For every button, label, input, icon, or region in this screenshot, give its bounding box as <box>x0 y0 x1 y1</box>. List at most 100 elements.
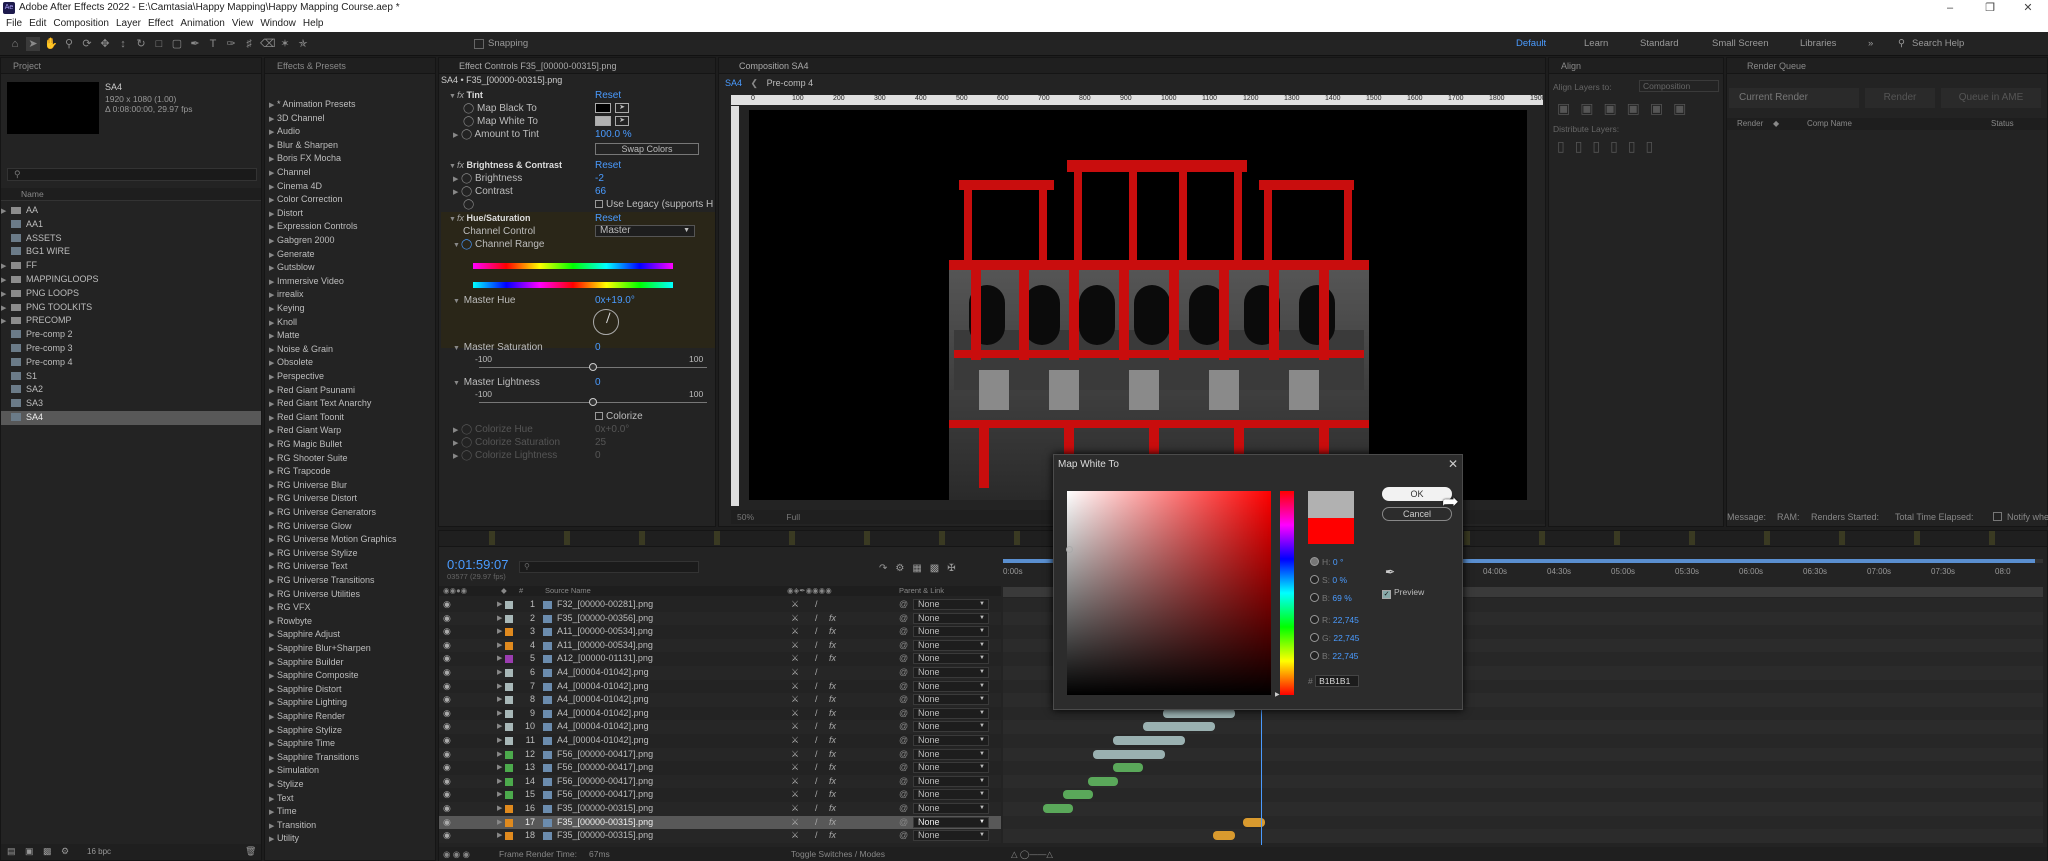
queue-in-ame-button[interactable]: Queue in AME <box>1941 88 2041 108</box>
effect-category[interactable]: ▶ RG Universe Transitions <box>265 574 435 588</box>
effect-category[interactable]: ▶ RG Universe Distort <box>265 492 435 506</box>
pickwhip-icon[interactable]: @ <box>899 734 908 748</box>
expand-arrow-icon[interactable]: ▶ <box>497 693 502 707</box>
align-to-dropdown[interactable]: Composition <box>1639 80 1719 92</box>
resolution-dropdown[interactable]: Full <box>786 512 800 522</box>
workspace-small-screen[interactable]: Small Screen <box>1712 38 1769 49</box>
expand-arrow-icon[interactable]: ▶ <box>269 317 277 330</box>
project-item[interactable]: SA3 <box>1 397 261 411</box>
expand-arrow-icon[interactable]: ▶ <box>497 680 502 694</box>
saturation-brightness-field[interactable] <box>1067 491 1271 695</box>
expand-arrow-icon[interactable]: ▶ <box>269 629 277 642</box>
quality-switch-icon[interactable]: / <box>815 666 818 680</box>
fx-switch-icon[interactable]: fx <box>829 707 836 721</box>
expand-arrow-icon[interactable]: ▶ <box>269 833 277 846</box>
effect-category[interactable]: ▶ Stylize <box>265 778 435 792</box>
eye-icon[interactable]: ◉ <box>443 829 451 843</box>
composition-viewer[interactable] <box>749 110 1527 500</box>
cancel-button[interactable]: Cancel <box>1382 507 1452 521</box>
shy-switch-icon[interactable]: ⚔ <box>791 734 799 748</box>
effect-category[interactable]: ▶ RG Shooter Suite <box>265 452 435 466</box>
expand-arrow-icon[interactable]: ▶ <box>269 480 277 493</box>
brush-tool-icon[interactable]: ✑ <box>224 37 238 51</box>
eye-icon[interactable]: ◉ <box>443 707 451 721</box>
fx-switch-icon[interactable]: fx <box>829 693 836 707</box>
color-field-cursor[interactable] <box>1066 546 1073 553</box>
expand-arrow-icon[interactable]: ▶ <box>269 575 277 588</box>
b-value[interactable]: 69 % <box>1332 593 1351 603</box>
layer-row[interactable]: ◉ ▶ 9 A4_[00004-01042].png ⚔ / fx @ None ▼ <box>439 706 1001 721</box>
project-item[interactable]: BG1 WIRE <box>1 245 261 259</box>
label-color-swatch[interactable] <box>505 818 513 827</box>
label-color-swatch[interactable] <box>505 682 513 691</box>
quality-switch-icon[interactable]: / <box>815 652 818 666</box>
label-color-swatch[interactable] <box>505 628 513 637</box>
parent-dropdown[interactable]: None ▼ <box>913 639 989 651</box>
shy-switch-icon[interactable]: ⚔ <box>791 625 799 639</box>
fx-switch-icon[interactable]: fx <box>829 802 836 816</box>
expand-arrow-icon[interactable]: ▶ <box>269 412 277 425</box>
shy-switch-icon[interactable]: ⚔ <box>791 612 799 626</box>
label-color-swatch[interactable] <box>505 764 513 773</box>
expand-arrow-icon[interactable]: ▶ <box>1 274 9 287</box>
expand-arrow-icon[interactable]: ▶ <box>269 453 277 466</box>
menu-composition[interactable]: Composition <box>53 18 109 29</box>
effect-category[interactable]: ▶ Generate <box>265 248 435 262</box>
b-radio[interactable] <box>1310 593 1319 602</box>
workspace-learn[interactable]: Learn <box>1584 38 1608 49</box>
toggle-buttons-icon[interactable]: ◉ ◉ ◉ <box>443 847 470 861</box>
effect-category[interactable]: ▶ Perspective <box>265 370 435 384</box>
effect-category[interactable]: ▶ RG Universe Generators <box>265 506 435 520</box>
fx-switch-icon[interactable]: fx <box>829 761 836 775</box>
expand-arrow-icon[interactable]: ▶ <box>269 425 277 438</box>
brightness-value[interactable]: -2 <box>595 173 604 184</box>
zoom-slider[interactable]: △ ◯——△ <box>1011 847 1053 861</box>
layer-row[interactable]: ◉ ▶ 7 A4_[00004-01042].png ⚔ / fx @ None ▼ <box>439 679 1001 694</box>
hue-sat-effect-header[interactable]: ▼fx Hue/Saturation <box>449 213 531 223</box>
expand-arrow-icon[interactable]: ▶ <box>269 221 277 234</box>
render-button[interactable]: Render <box>1865 88 1935 108</box>
label-color-swatch[interactable] <box>505 641 513 650</box>
expand-arrow-icon[interactable]: ▶ <box>269 439 277 452</box>
parent-dropdown[interactable]: None ▼ <box>913 721 989 733</box>
effect-category[interactable]: ▶ Blur & Sharpen <box>265 139 435 153</box>
expand-arrow-icon[interactable]: ▶ <box>269 793 277 806</box>
effect-category[interactable]: ▶ Simulation <box>265 764 435 778</box>
eye-icon[interactable]: ◉ <box>443 720 451 734</box>
h-radio[interactable] <box>1310 557 1319 566</box>
bc-reset-link[interactable]: Reset <box>595 160 621 171</box>
expand-arrow-icon[interactable]: ▶ <box>269 153 277 166</box>
expand-arrow-icon[interactable]: ▶ <box>269 113 277 126</box>
project-item[interactable]: ▶ MAPPINGLOOPS <box>1 273 261 287</box>
delete-icon[interactable]: 🗑 <box>245 846 256 857</box>
parent-dropdown[interactable]: None ▼ <box>913 694 989 706</box>
pickwhip-icon[interactable]: @ <box>899 612 908 626</box>
project-item[interactable]: SA2 <box>1 383 261 397</box>
quality-switch-icon[interactable]: / <box>815 775 818 789</box>
eraser-tool-icon[interactable]: ⌫ <box>260 37 276 51</box>
effect-category[interactable]: ▶ Red Giant Warp <box>265 424 435 438</box>
effect-category[interactable]: ▶ Sapphire Render <box>265 710 435 724</box>
expand-arrow-icon[interactable]: ▶ <box>269 765 277 778</box>
project-item[interactable]: AA1 <box>1 218 261 232</box>
expand-arrow-icon[interactable]: ▶ <box>269 466 277 479</box>
contrast-value[interactable]: 66 <box>595 186 606 197</box>
menu-file[interactable]: File <box>6 18 22 29</box>
master-light-value[interactable]: 0 <box>595 377 601 388</box>
effect-category[interactable]: ▶ RG VFX <box>265 601 435 615</box>
effect-category[interactable]: ▶ Matte <box>265 329 435 343</box>
fx-switch-icon[interactable]: fx <box>829 720 836 734</box>
shy-switch-icon[interactable]: ⚔ <box>791 598 799 612</box>
layer-clip-bar[interactable] <box>1113 763 1143 773</box>
expand-arrow-icon[interactable]: ▶ <box>497 625 502 639</box>
parent-dropdown[interactable]: None ▼ <box>913 803 989 814</box>
eye-icon[interactable]: ◉ <box>443 761 451 775</box>
expand-arrow-icon[interactable]: ▶ <box>497 707 502 721</box>
parent-dropdown[interactable]: None ▼ <box>913 789 989 801</box>
h-value[interactable]: 0 ° <box>1333 557 1344 567</box>
project-tab[interactable]: Project <box>1 58 261 74</box>
expand-arrow-icon[interactable]: ▶ <box>269 561 277 574</box>
project-item[interactable]: SA4 <box>1 411 261 425</box>
composition-tab[interactable]: Composition SA4 <box>719 58 1545 74</box>
pickwhip-icon[interactable]: @ <box>899 802 908 816</box>
